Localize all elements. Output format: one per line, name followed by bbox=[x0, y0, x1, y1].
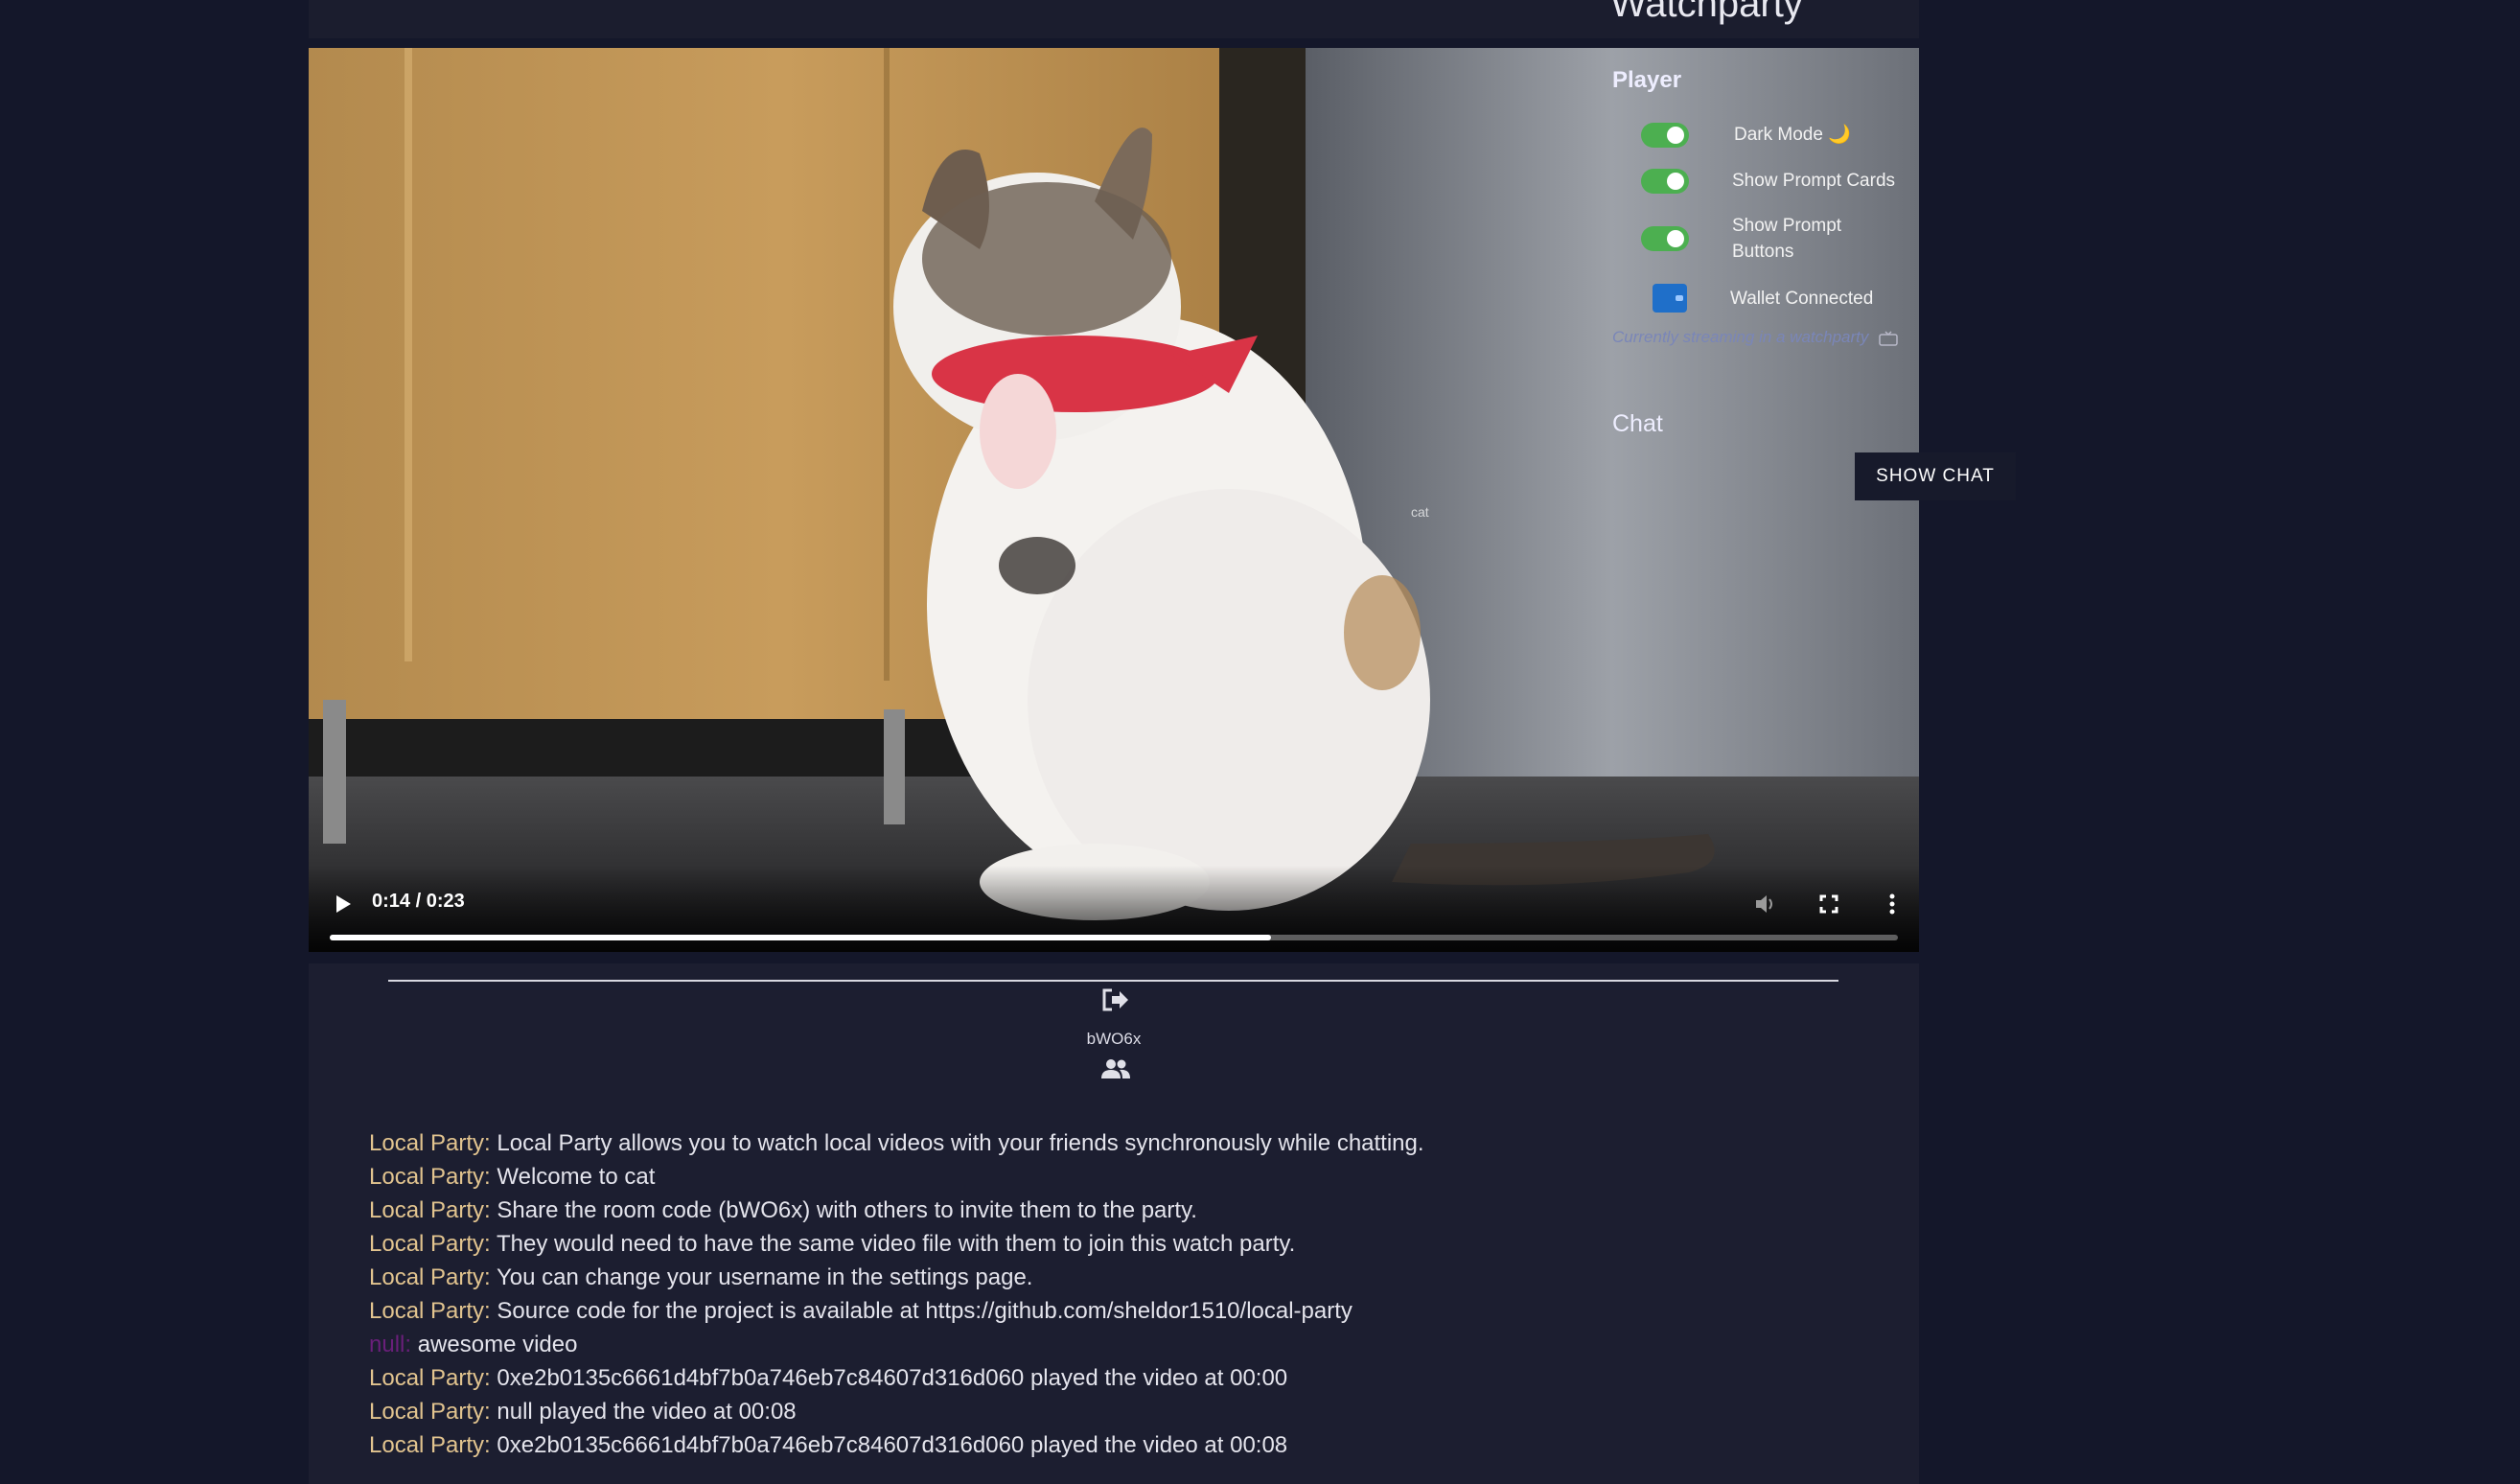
message-sender: Local Party: bbox=[369, 1365, 491, 1391]
users-icon bbox=[1101, 1059, 1130, 1078]
video-controls: 0:14 / 0:23 bbox=[309, 866, 1919, 952]
divider bbox=[388, 980, 1838, 982]
seek-bar[interactable] bbox=[330, 935, 1898, 940]
tv-icon bbox=[1879, 330, 1898, 346]
chat-message: null: awesome video bbox=[369, 1328, 1903, 1361]
message-text: They would need to have the same video f… bbox=[490, 1231, 1296, 1257]
show-prompt-buttons-toggle[interactable] bbox=[1641, 226, 1689, 251]
play-button[interactable] bbox=[326, 887, 360, 921]
room-code: bWO6x bbox=[1086, 1030, 1142, 1048]
show-prompt-buttons-label: Show Prompt Buttons bbox=[1732, 216, 1842, 262]
room-section: bWO6x Local Party: Local Party allows yo… bbox=[309, 963, 1919, 1484]
time-display: 0:14 / 0:23 bbox=[372, 891, 465, 912]
chat-message: Local Party: 0xe2b0135c6661d4bf7b0a746eb… bbox=[369, 1361, 1903, 1395]
seek-bar-progress bbox=[330, 935, 1271, 940]
setting-show-prompt-cards[interactable]: Show Prompt Cards bbox=[1641, 168, 1895, 194]
chat-message: Local Party: Share the room code (bWO6x)… bbox=[369, 1194, 1903, 1227]
message-sender: Local Party: bbox=[369, 1130, 491, 1156]
chat-message: Local Party: Local Party allows you to w… bbox=[369, 1126, 1903, 1160]
message-text: Source code for the project is available… bbox=[490, 1298, 1352, 1324]
volume-icon bbox=[1756, 895, 1772, 913]
chat-message: Local Party: Welcome to cat bbox=[369, 1160, 1903, 1194]
chat-heading: Chat bbox=[1612, 410, 1663, 437]
message-sender: Local Party: bbox=[369, 1432, 491, 1458]
fullscreen-button[interactable] bbox=[1810, 887, 1848, 921]
message-sender: Local Party: bbox=[369, 1197, 491, 1223]
video-caption: cat bbox=[1411, 504, 1429, 520]
participants-button[interactable] bbox=[1100, 1057, 1131, 1084]
leave-room-icon bbox=[1102, 988, 1128, 1011]
message-sender: Local Party: bbox=[369, 1164, 491, 1190]
dark-mode-toggle[interactable] bbox=[1641, 122, 1689, 148]
settings-panel: Player Dark Mode 🌙 Show Prompt Cards Sho… bbox=[1612, 67, 1919, 437]
chat-message: Local Party: You can change your usernam… bbox=[369, 1261, 1903, 1294]
fullscreen-icon bbox=[1819, 894, 1838, 914]
message-text: Welcome to cat bbox=[490, 1164, 656, 1190]
message-sender: null: bbox=[369, 1332, 412, 1357]
message-text: awesome video bbox=[411, 1332, 578, 1357]
player-heading: Player bbox=[1612, 67, 1682, 93]
chat-message: Local Party: null played the video at 00… bbox=[369, 1395, 1903, 1428]
volume-button[interactable] bbox=[1746, 887, 1785, 921]
wallet-icon[interactable] bbox=[1653, 284, 1687, 313]
chat-messages: Local Party: Local Party allows you to w… bbox=[369, 1126, 1903, 1462]
message-text: 0xe2b0135c6661d4bf7b0a746eb7c84607d316d0… bbox=[490, 1365, 1288, 1391]
dark-mode-label: Dark Mode 🌙 bbox=[1734, 125, 1851, 145]
message-text: Local Party allows you to watch local vi… bbox=[490, 1130, 1424, 1156]
setting-dark-mode[interactable]: Dark Mode 🌙 bbox=[1641, 122, 1851, 148]
leave-room-button[interactable] bbox=[1100, 986, 1131, 1017]
streaming-status-text: Currently streaming in a watchparty bbox=[1612, 328, 1869, 346]
message-sender: Local Party: bbox=[369, 1399, 491, 1425]
chat-message: Local Party: Source code for the project… bbox=[369, 1294, 1903, 1328]
chat-message: Local Party: They would need to have the… bbox=[369, 1227, 1903, 1261]
show-prompt-cards-label: Show Prompt Cards bbox=[1732, 171, 1896, 191]
message-sender: Local Party: bbox=[369, 1298, 491, 1324]
wallet-label: Wallet Connected bbox=[1730, 288, 1874, 309]
message-text: Share the room code (bWO6x) with others … bbox=[490, 1197, 1197, 1223]
setting-show-prompt-buttons[interactable]: Show Prompt Buttons bbox=[1641, 213, 1841, 265]
message-sender: Local Party: bbox=[369, 1264, 491, 1290]
more-options-button[interactable] bbox=[1873, 887, 1911, 921]
setting-wallet[interactable]: Wallet Connected bbox=[1641, 284, 1873, 313]
chat-message: Local Party: 0xe2b0135c6661d4bf7b0a746eb… bbox=[369, 1428, 1903, 1462]
page-title: Watchparty bbox=[1610, 0, 1803, 25]
message-text: You can change your username in the sett… bbox=[490, 1264, 1033, 1290]
message-text: 0xe2b0135c6661d4bf7b0a746eb7c84607d316d0… bbox=[490, 1432, 1288, 1458]
show-chat-button[interactable]: SHOW CHAT bbox=[1855, 452, 2016, 500]
message-text: null played the video at 00:08 bbox=[490, 1399, 797, 1425]
play-icon bbox=[336, 895, 351, 913]
more-vertical-icon bbox=[1889, 893, 1895, 915]
show-prompt-cards-toggle[interactable] bbox=[1641, 168, 1689, 194]
message-sender: Local Party: bbox=[369, 1231, 491, 1257]
streaming-status: Currently streaming in a watchparty bbox=[1612, 328, 1898, 347]
